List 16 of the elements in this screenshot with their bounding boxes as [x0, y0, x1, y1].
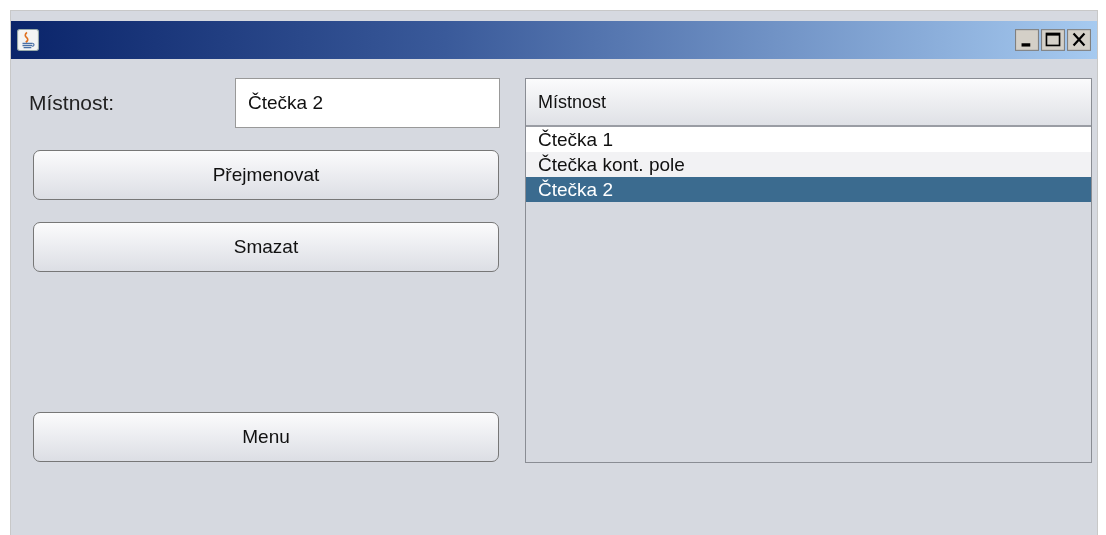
minimize-icon[interactable] — [1015, 29, 1039, 51]
table-cell: Čtečka 2 — [538, 178, 613, 201]
table-cell: Čtečka kont. pole — [538, 153, 685, 176]
coffee-cup-icon — [17, 29, 39, 51]
input-field[interactable]: Čtečka 2 — [235, 78, 500, 128]
table-cell: Čtečka 1 — [538, 128, 613, 151]
action-button[interactable]: Menu — [33, 412, 499, 462]
close-icon[interactable] — [1067, 29, 1091, 51]
table-row[interactable]: Čtečka 1 — [526, 127, 1091, 152]
action-button[interactable]: Přejmenovat — [33, 150, 499, 200]
action-button[interactable]: Smazat — [33, 222, 499, 272]
maximize-icon[interactable] — [1041, 29, 1065, 51]
table-row[interactable]: Čtečka kont. pole — [526, 152, 1091, 177]
field-label: Místnost: — [29, 91, 115, 115]
column-header[interactable]: Místnost — [526, 79, 1091, 127]
table-row[interactable]: Čtečka 2 — [526, 177, 1091, 202]
